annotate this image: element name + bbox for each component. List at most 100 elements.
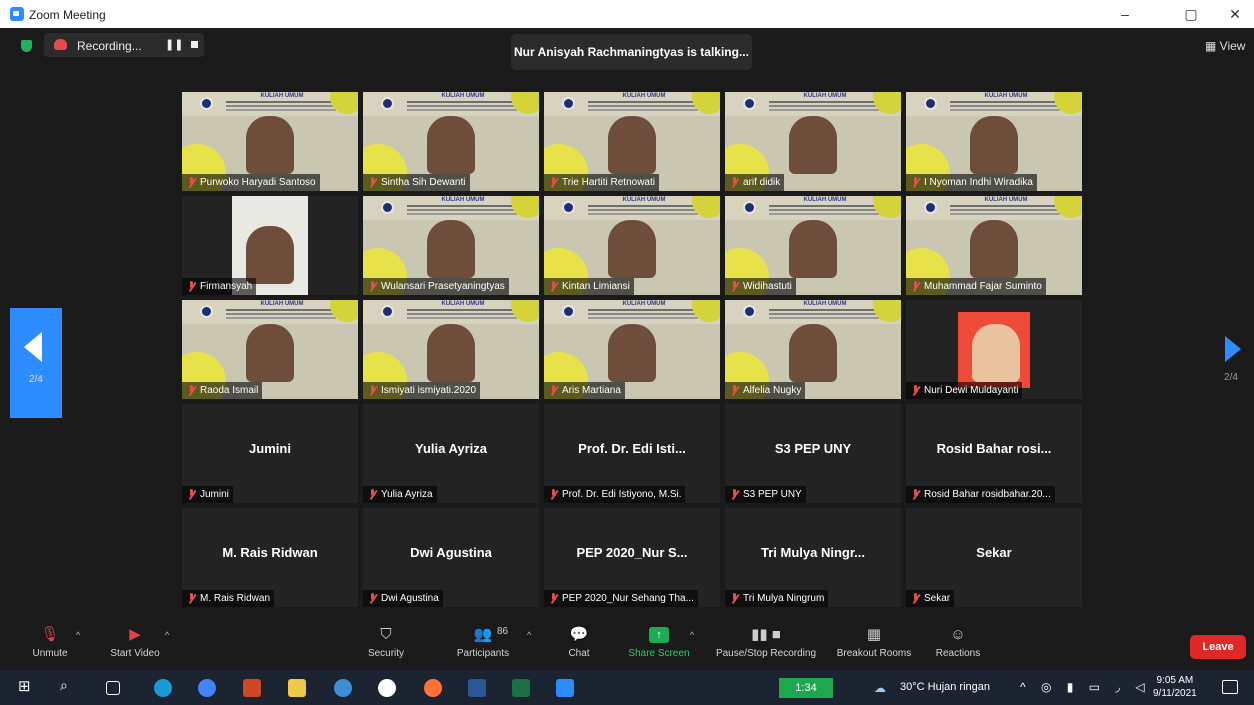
participant-display-name: Rosid Bahar rosi...: [936, 441, 1052, 456]
participant-tile[interactable]: KULIAH UMUM Raoda Ismail: [182, 300, 358, 399]
participant-name-label: Prof. Dr. Edi Istiyono, M.Si.: [544, 486, 686, 503]
app-icon[interactable]: [334, 679, 352, 697]
reactions-label: Reactions: [935, 648, 981, 659]
breakout-rooms-button[interactable]: ▦ Breakout Rooms: [832, 618, 916, 670]
participant-tile[interactable]: KULIAH UMUM Kintan Limiansi: [544, 196, 720, 295]
participant-tile[interactable]: KULIAH UMUM Muhammad Fajar Suminto: [906, 196, 1082, 295]
leave-button[interactable]: Leave: [1190, 635, 1246, 659]
participant-tile[interactable]: KULIAH UMUM Purwoko Haryadi Santoso: [182, 92, 358, 191]
participant-tile[interactable]: M. Rais Ridwan M. Rais Ridwan: [182, 508, 358, 607]
slide-subtitle-lines: [588, 309, 698, 311]
file-explorer-icon[interactable]: [288, 679, 306, 697]
encryption-shield-icon[interactable]: [21, 40, 32, 52]
participant-tile[interactable]: Tri Mulya Ningr... Tri Mulya Ningrum: [725, 508, 901, 607]
task-view-icon[interactable]: [106, 681, 120, 695]
chat-button[interactable]: 💬 Chat: [558, 618, 600, 670]
participant-video: [427, 220, 475, 278]
participant-tile[interactable]: KULIAH UMUM Ismiyati ismiyati.2020: [363, 300, 539, 399]
participant-tile[interactable]: Prof. Dr. Edi Isti... Prof. Dr. Edi Istiy…: [544, 404, 720, 503]
slide-title: KULIAH UMUM: [984, 93, 1028, 99]
minimize-button[interactable]: –: [1110, 4, 1140, 24]
view-button[interactable]: ▦ View: [1205, 39, 1245, 53]
participant-name: Trie Hartiti Retnowati: [562, 177, 655, 188]
security-button[interactable]: ⛉ Security: [360, 618, 412, 670]
system-tray-icons[interactable]: ^ ◎ ▮ ▭ ◞ ◁: [1020, 680, 1151, 694]
slide-subtitle-lines: [226, 101, 336, 103]
video-options-caret-icon[interactable]: ^: [165, 630, 169, 640]
participant-video: [789, 324, 837, 382]
slide-title: KULIAH UMUM: [984, 197, 1028, 203]
participant-tile[interactable]: Yulia Ayriza Yulia Ayriza: [363, 404, 539, 503]
participant-tile[interactable]: Rosid Bahar rosi... Rosid Bahar rosidbaha…: [906, 404, 1082, 503]
shield-icon: ⛉: [380, 626, 392, 643]
share-screen-button[interactable]: ↑ Share Screen: [624, 618, 694, 670]
slide-subtitle-lines: [407, 309, 517, 311]
start-video-button[interactable]: ▶ Start Video: [100, 618, 170, 670]
participant-tile[interactable]: S3 PEP UNY S3 PEP UNY: [725, 404, 901, 503]
unmute-label: Unmute: [32, 648, 68, 659]
mic-muted-icon: [730, 281, 739, 292]
pause-stop-recording-button[interactable]: ▮▮ ■ Pause/Stop Recording: [710, 618, 822, 670]
windows-start-icon[interactable]: ⊞: [18, 677, 36, 695]
previous-page-button[interactable]: 2/4: [10, 308, 62, 418]
recording-timer[interactable]: 1:34: [779, 678, 833, 698]
university-logo-icon: [562, 97, 575, 110]
participant-tile[interactable]: KULIAH UMUM Wulansari Prasetyaningtyas: [363, 196, 539, 295]
search-icon[interactable]: ⌕: [60, 677, 78, 695]
participant-name: Aris Martiana: [562, 385, 621, 396]
participant-tile[interactable]: PEP 2020_Nur S... PEP 2020_Nur Sehang Tha…: [544, 508, 720, 607]
notification-center-icon[interactable]: [1222, 680, 1238, 694]
chrome-icon[interactable]: [198, 679, 216, 697]
mic-muted-icon: [187, 177, 196, 188]
pause-recording-button[interactable]: ❚❚: [165, 38, 183, 51]
participant-name-label: Nuri Dewi Muldayanti: [906, 382, 1023, 399]
unmute-button[interactable]: 🎙 Unmute: [22, 618, 78, 670]
participant-name-label: Muhammad Fajar Suminto: [906, 278, 1046, 295]
participant-name-label: Jumini: [182, 486, 233, 503]
participant-tile[interactable]: KULIAH UMUM Widihastuti: [725, 196, 901, 295]
participant-tile[interactable]: Dwi Agustina Dwi Agustina: [363, 508, 539, 607]
stop-recording-button[interactable]: [191, 41, 198, 48]
participant-tile[interactable]: KULIAH UMUM Alfelia Nugky: [725, 300, 901, 399]
weather-text[interactable]: 30°C Hujan ringan: [900, 681, 990, 693]
participant-tile[interactable]: KULIAH UMUM arif didik: [725, 92, 901, 191]
word-icon[interactable]: [468, 679, 486, 697]
excel-icon[interactable]: [512, 679, 530, 697]
participant-name-label: Tri Mulya Ningrum: [725, 590, 829, 607]
slide-title: KULIAH UMUM: [441, 197, 485, 203]
meeting-toolbar: 🎙 Unmute ^ ▶ Start Video ^ ⛉ Security 👥 …: [0, 618, 1254, 670]
close-button[interactable]: ✕: [1220, 4, 1250, 24]
participant-tile[interactable]: Jumini Jumini: [182, 404, 358, 503]
participant-name: M. Rais Ridwan: [200, 593, 271, 604]
participant-name: Sintha Sih Dewanti: [381, 177, 466, 188]
maximize-button[interactable]: ▢: [1176, 4, 1206, 24]
reactions-button[interactable]: ☺ Reactions: [930, 618, 986, 670]
edge-icon[interactable]: [154, 679, 172, 697]
arrow-right-icon: [1225, 336, 1241, 362]
powerpoint-icon[interactable]: [243, 679, 261, 697]
mic-muted-icon: [730, 177, 739, 188]
browser-icon[interactable]: [378, 679, 396, 697]
slide-subtitle-lines: [769, 205, 879, 207]
clock[interactable]: 9:05 AM 9/11/2021: [1153, 674, 1197, 700]
participant-tile[interactable]: Nuri Dewi Muldayanti: [906, 300, 1082, 399]
share-options-caret-icon[interactable]: ^: [690, 630, 694, 640]
zoom-taskbar-icon[interactable]: [556, 679, 574, 697]
participant-tile[interactable]: KULIAH UMUM I Nyoman Indhi Wiradika: [906, 92, 1082, 191]
mic-muted-icon: [368, 281, 377, 292]
participants-caret-icon[interactable]: ^: [527, 630, 531, 640]
participant-tile[interactable]: KULIAH UMUM Aris Martiana: [544, 300, 720, 399]
participant-tile[interactable]: KULIAH UMUM Sintha Sih Dewanti: [363, 92, 539, 191]
firefox-icon[interactable]: [424, 679, 442, 697]
participant-tile[interactable]: Firmansyah: [182, 196, 358, 295]
participant-name-label: arif didik: [725, 174, 785, 191]
chat-icon: 💬: [569, 626, 589, 643]
participant-tile[interactable]: Sekar Sekar: [906, 508, 1082, 607]
audio-options-caret-icon[interactable]: ^: [76, 630, 80, 640]
slide-subtitle-lines: [226, 309, 336, 311]
pause-stop-recording-label: Pause/Stop Recording: [715, 648, 817, 659]
participant-name-label: Rosid Bahar rosidbahar.20...: [906, 486, 1055, 503]
next-page-button[interactable]: 2/4: [1212, 308, 1250, 418]
participant-tile[interactable]: KULIAH UMUM Trie Hartiti Retnowati: [544, 92, 720, 191]
university-logo-icon: [924, 97, 937, 110]
